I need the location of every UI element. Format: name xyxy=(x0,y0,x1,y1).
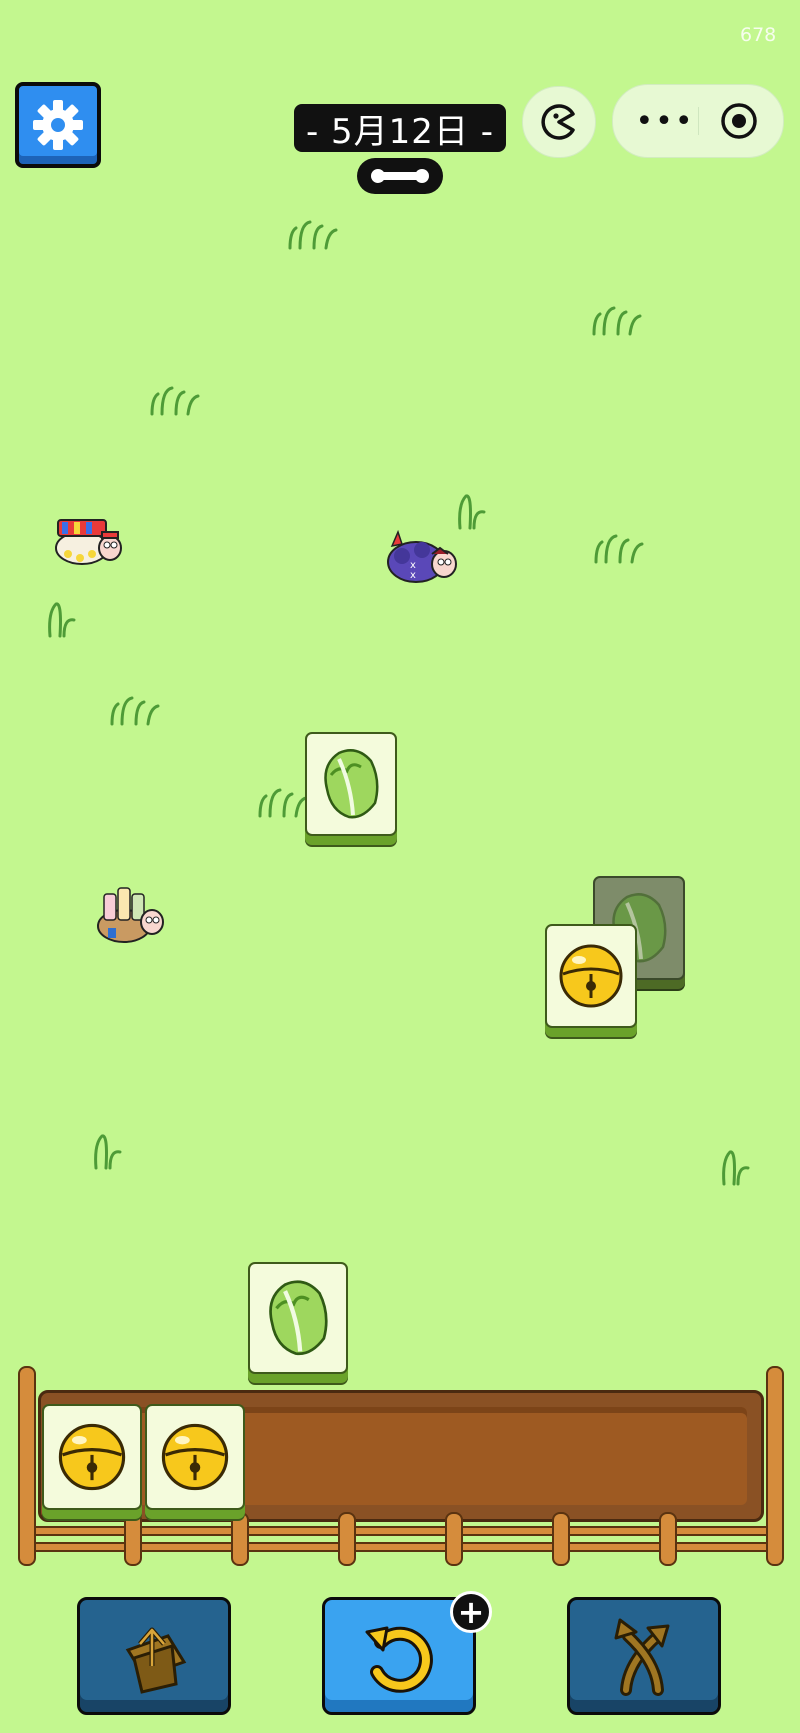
undo-add-badge[interactable]: + xyxy=(450,1591,492,1633)
fence-post xyxy=(766,1366,784,1566)
cabbage-icon xyxy=(324,749,379,819)
bell-icon xyxy=(58,1423,126,1491)
bell-icon xyxy=(559,944,623,1008)
tray-slot-2 xyxy=(145,1404,245,1510)
move-out-box-icon xyxy=(125,1627,187,1694)
share-button[interactable] xyxy=(522,86,596,158)
gear-icon xyxy=(33,100,83,150)
grass-sprout-icon xyxy=(722,1150,750,1186)
fence-post xyxy=(18,1366,36,1566)
grass-icon xyxy=(592,306,642,336)
capsule-divider xyxy=(698,107,699,135)
board-tile-cabbage[interactable] xyxy=(248,1262,348,1374)
grass-sprout-icon xyxy=(94,1134,122,1170)
more-menu-button[interactable]: ••• xyxy=(635,104,695,139)
fence-post xyxy=(338,1512,356,1566)
grass-icon xyxy=(110,696,160,726)
grass-icon xyxy=(594,534,644,564)
cabbage-icon xyxy=(269,1280,328,1356)
svg-text:x: x xyxy=(410,570,416,581)
tray-slot-1 xyxy=(42,1404,142,1510)
fence-post xyxy=(552,1512,570,1566)
pacman-face-icon xyxy=(541,104,575,140)
board-tile-cabbage[interactable] xyxy=(305,732,397,836)
fence-post xyxy=(231,1512,249,1566)
undo-arrow-icon xyxy=(365,1626,433,1693)
mini-program-capsule: ••• xyxy=(612,84,784,158)
target-circle-icon[interactable] xyxy=(719,101,759,141)
board-tile-bell[interactable] xyxy=(545,924,637,1028)
shuffle-arrows-icon xyxy=(614,1618,670,1696)
popcorn-sheep-icon xyxy=(55,519,122,565)
grass-sprout-icon xyxy=(458,494,486,530)
shuffle-button[interactable] xyxy=(567,1597,721,1715)
devil-sheep-icon: x x xyxy=(387,529,457,583)
drinks-sheep-icon xyxy=(97,887,164,943)
fence-post xyxy=(124,1512,142,1566)
fence-post xyxy=(445,1512,463,1566)
level-date-label: - 5月12日 - xyxy=(294,104,506,152)
bell-icon xyxy=(161,1423,229,1491)
fps-counter: 678 xyxy=(740,24,777,46)
grass-icon xyxy=(150,386,200,416)
settings-button[interactable] xyxy=(15,82,101,168)
progress-indicator xyxy=(357,158,443,194)
move-out-button[interactable] xyxy=(77,1597,231,1715)
grass-icon xyxy=(288,220,338,250)
grass-sprout-icon xyxy=(48,602,76,638)
fence-post xyxy=(659,1512,677,1566)
